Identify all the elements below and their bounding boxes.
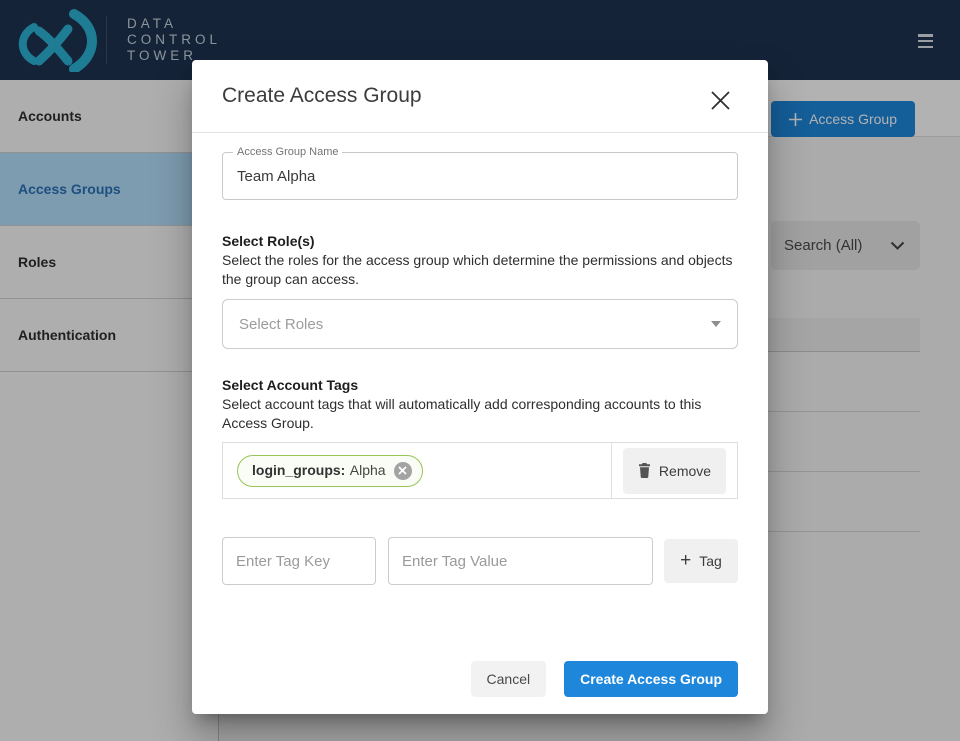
remove-tag-button[interactable]: Remove [623,448,726,494]
selected-tags-box: login_groups: Alpha Remove [222,442,738,499]
trash-icon [638,463,651,478]
modal-title: Create Access Group [222,84,422,108]
add-tag-form: + Tag [222,537,738,585]
modal-footer: Cancel Create Access Group [471,661,738,697]
modal-header: Create Access Group [192,60,768,133]
app-root: DATA CONTROL TOWER Accounts Access Group… [0,0,960,741]
roles-section-description: Select the roles for the access group wh… [222,251,738,289]
select-roles-placeholder: Select Roles [239,316,323,333]
access-group-name-field: Access Group Name [222,152,738,200]
tag-chip-login-groups-alpha[interactable]: login_groups: Alpha [237,455,423,487]
tag-chip-value: Alpha [350,462,386,478]
modal-body: Access Group Name Select Role(s) Select … [192,152,768,585]
chip-remove-icon[interactable] [394,462,412,480]
access-group-name-input[interactable] [223,153,737,199]
tag-key-input[interactable] [222,537,376,585]
close-icon [709,89,732,112]
tag-chip-key: login_groups: [252,462,345,478]
create-access-group-modal: Create Access Group Access Group Name Se… [192,60,768,714]
add-tag-label: Tag [699,553,722,569]
roles-section-heading: Select Role(s) [222,232,738,250]
create-access-group-submit-button[interactable]: Create Access Group [564,661,738,697]
roles-section: Select Role(s) Select the roles for the … [222,232,738,349]
tags-section-heading: Select Account Tags [222,376,738,394]
selected-tags-list: login_groups: Alpha [223,443,612,498]
access-group-name-label: Access Group Name [233,146,342,158]
tags-section-description: Select account tags that will automatica… [222,395,738,433]
add-tag-button[interactable]: + Tag [664,539,738,583]
cancel-button[interactable]: Cancel [471,661,547,697]
remove-tag-label: Remove [659,463,711,479]
account-tags-section: Select Account Tags Select account tags … [222,376,738,585]
tag-value-input[interactable] [388,537,653,585]
plus-icon: + [680,551,691,570]
tagbox-actions: Remove [612,443,737,498]
dropdown-caret-icon [711,321,721,327]
close-button[interactable] [706,86,734,114]
select-roles-dropdown[interactable]: Select Roles [222,299,738,349]
